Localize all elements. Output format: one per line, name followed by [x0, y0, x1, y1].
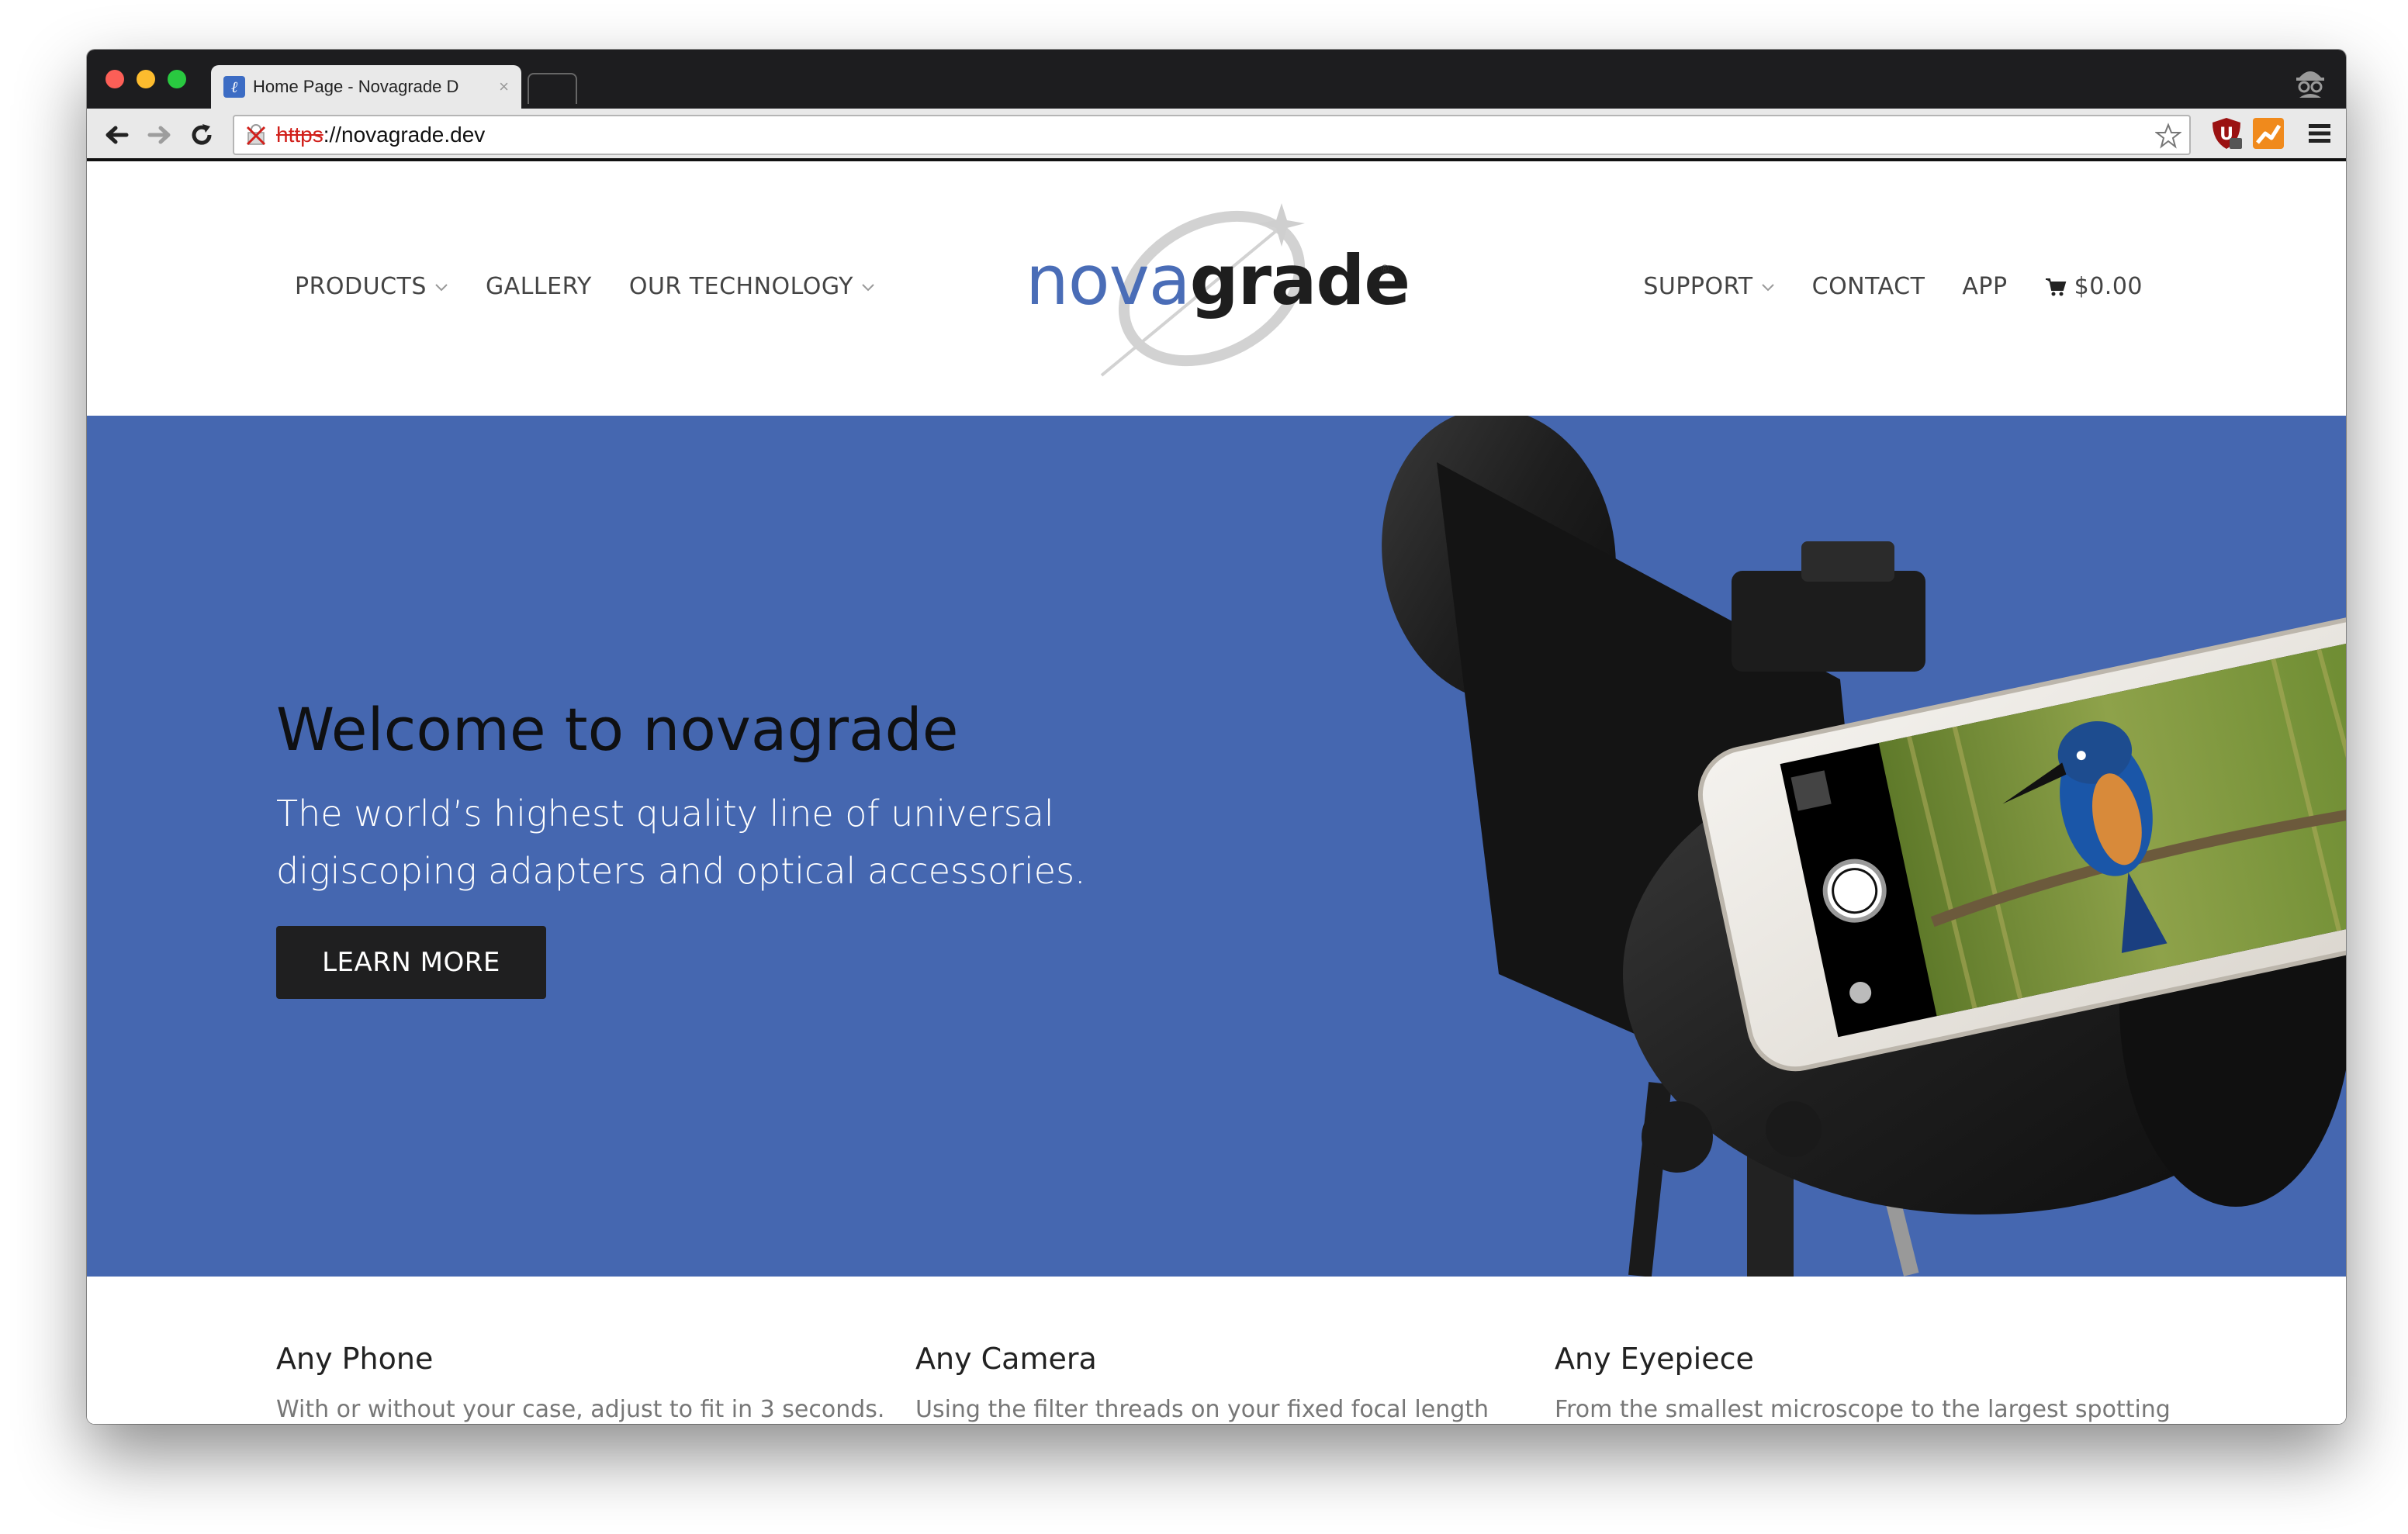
- hero-subtitle: The world’s highest quality line of univ…: [276, 793, 1086, 892]
- tab-close-icon[interactable]: ×: [499, 77, 509, 97]
- browser-menu-icon[interactable]: [2306, 119, 2334, 147]
- logo-nova: nova: [1026, 240, 1191, 320]
- feature-any-camera: Any Camera Using the filter threads on y…: [915, 1342, 1521, 1423]
- bookmark-star-icon[interactable]: [2155, 123, 2181, 149]
- back-arrow-icon: [106, 126, 129, 144]
- logo-grade: grade: [1189, 240, 1410, 320]
- reload-button[interactable]: [186, 119, 217, 150]
- incognito-icon: [2296, 71, 2324, 98]
- insecure-lock-icon: [246, 124, 266, 146]
- nav-gallery-label: GALLERY: [485, 273, 592, 300]
- minimize-window-button[interactable]: [137, 70, 155, 88]
- logo-wordmark: novagrade: [1026, 240, 1410, 320]
- nav-technology-label: OUR TECHNOLOGY: [628, 273, 853, 300]
- primary-nav-right: SUPPORT CONTACT APP $0.00: [1643, 273, 2143, 300]
- browser-tab[interactable]: ℓ Home Page - Novagrade D ×: [211, 65, 521, 109]
- browser-window: ℓ Home Page - Novagrade D × https://nov…: [87, 50, 2346, 1424]
- forward-button[interactable]: [144, 119, 175, 150]
- url-host: ://novagrade.dev: [323, 123, 486, 147]
- site-logo[interactable]: novagrade ®: [1018, 195, 1421, 382]
- nav-app[interactable]: APP: [1962, 273, 2007, 300]
- address-bar[interactable]: https://novagrade.dev: [233, 115, 2191, 155]
- nav-gallery[interactable]: GALLERY: [486, 273, 592, 300]
- feature-any-phone: Any Phone With or without your case, adj…: [276, 1342, 885, 1423]
- spotting-scope-phone-image: [1382, 416, 2346, 1277]
- feature-text: Using the filter threads on your fixed f…: [915, 1396, 1489, 1423]
- browser-toolbar: https://novagrade.dev U: [87, 109, 2346, 161]
- reload-icon: [192, 124, 212, 145]
- nav-support[interactable]: SUPPORT: [1643, 273, 1774, 300]
- nav-contact[interactable]: CONTACT: [1812, 273, 1925, 300]
- nav-products-label: PRODUCTS: [295, 273, 427, 300]
- cart-total: $0.00: [2074, 273, 2143, 300]
- nav-our-technology[interactable]: OUR TECHNOLOGY: [629, 273, 875, 300]
- learn-more-button[interactable]: LEARN MORE: [276, 926, 546, 999]
- hero-title: Welcome to novagrade: [276, 695, 959, 764]
- nav-products[interactable]: PRODUCTS: [295, 273, 448, 300]
- chevron-down-icon: [435, 283, 448, 291]
- chevron-down-icon: [862, 283, 874, 291]
- features-section: Any Phone With or without your case, adj…: [87, 1277, 2346, 1424]
- web-page: PRODUCTS GALLERY OUR TECHNOLOGY novagrad…: [87, 164, 2346, 1424]
- maximize-window-button[interactable]: [168, 70, 186, 88]
- feature-title: Any Eyepiece: [1555, 1342, 1754, 1376]
- feature-text: From the smallest microscope to the larg…: [1555, 1396, 2171, 1423]
- new-tab-button[interactable]: [528, 73, 577, 104]
- feature-title: Any Camera: [915, 1342, 1097, 1376]
- logo-registered-mark: ®: [1381, 262, 1389, 275]
- tab-title: Home Page - Novagrade D: [253, 77, 459, 96]
- ublock-extension-icon[interactable]: U: [2209, 116, 2244, 150]
- feature-text: With or without your case, adjust to fit…: [276, 1396, 885, 1423]
- analytics-extension-icon[interactable]: [2251, 116, 2285, 150]
- site-favicon-icon: ℓ: [223, 76, 245, 98]
- hero-banner: Welcome to novagrade The world’s highest…: [87, 416, 2346, 1277]
- nav-cart[interactable]: $0.00: [2045, 273, 2143, 300]
- nav-contact-label: CONTACT: [1811, 273, 1925, 300]
- shopping-cart-icon: [2045, 278, 2066, 295]
- url-protocol: https: [276, 123, 323, 147]
- back-button[interactable]: [101, 119, 132, 150]
- nav-support-label: SUPPORT: [1643, 273, 1753, 300]
- feature-title: Any Phone: [276, 1342, 434, 1376]
- close-window-button[interactable]: [106, 70, 124, 88]
- forward-arrow-icon: [147, 126, 171, 144]
- browser-titlebar: ℓ Home Page - Novagrade D ×: [87, 50, 2346, 109]
- site-header: PRODUCTS GALLERY OUR TECHNOLOGY novagrad…: [87, 164, 2346, 416]
- nav-app-label: APP: [1962, 273, 2008, 300]
- primary-nav-left: PRODUCTS GALLERY OUR TECHNOLOGY: [295, 273, 875, 300]
- feature-any-eyepiece: Any Eyepiece From the smallest microscop…: [1555, 1342, 2171, 1423]
- chevron-down-icon: [1761, 283, 1774, 291]
